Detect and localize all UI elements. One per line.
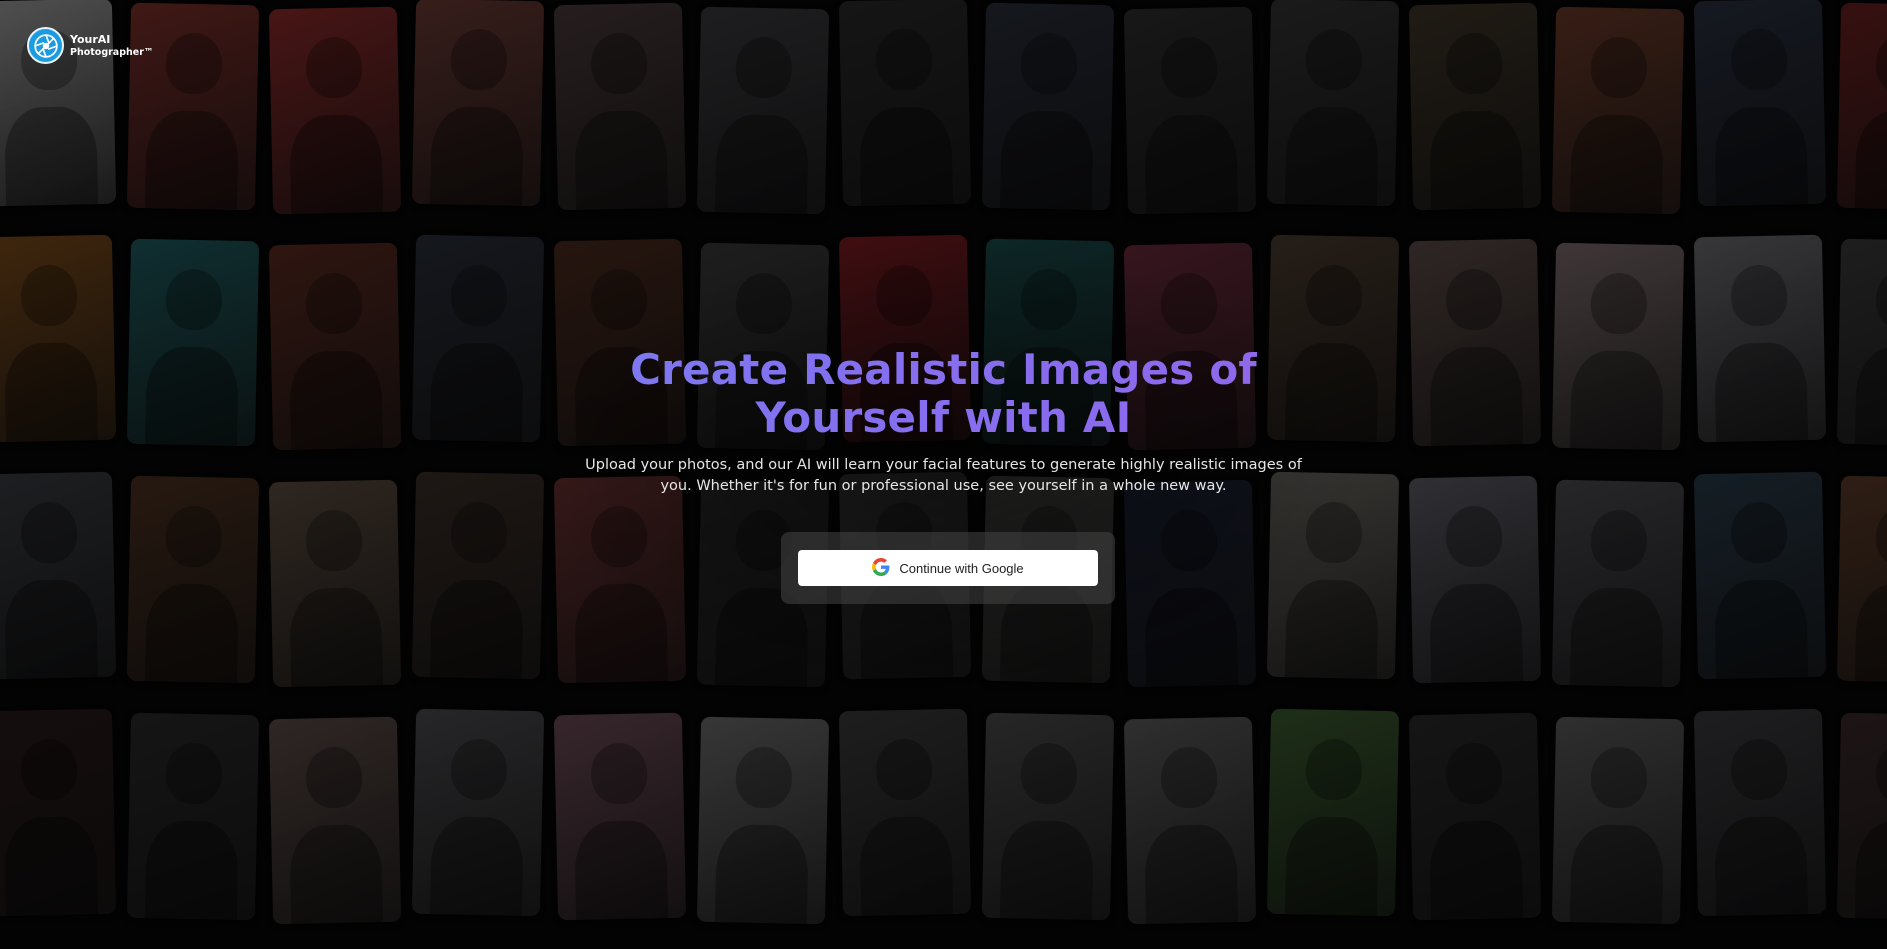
brand-wordmark: YourAI Photographer™: [70, 33, 153, 59]
continue-with-google-button[interactable]: Continue with Google: [798, 550, 1098, 586]
brand-tagline: Photographer™: [70, 46, 154, 58]
continue-with-google-label: Continue with Google: [899, 560, 1024, 576]
brand-logo[interactable]: YourAI Photographer™: [27, 27, 153, 64]
hero-title-line-1: Create Realistic Images of: [0, 346, 1887, 394]
camera-aperture-icon: [27, 27, 64, 64]
hero-subtitle-line-2: you. Whether it's for fun or professiona…: [660, 478, 1227, 494]
brand-name: YourAI: [70, 32, 111, 46]
hero-subtitle: Upload your photos, and our AI will lear…: [0, 455, 1887, 497]
hero-subtitle-line-1: Upload your photos, and our AI will lear…: [585, 457, 1302, 473]
hero-title-line-2: Yourself with AI: [0, 394, 1887, 442]
hero-title: Create Realistic Images of Yourself with…: [0, 346, 1887, 442]
google-g-icon: [872, 557, 890, 579]
